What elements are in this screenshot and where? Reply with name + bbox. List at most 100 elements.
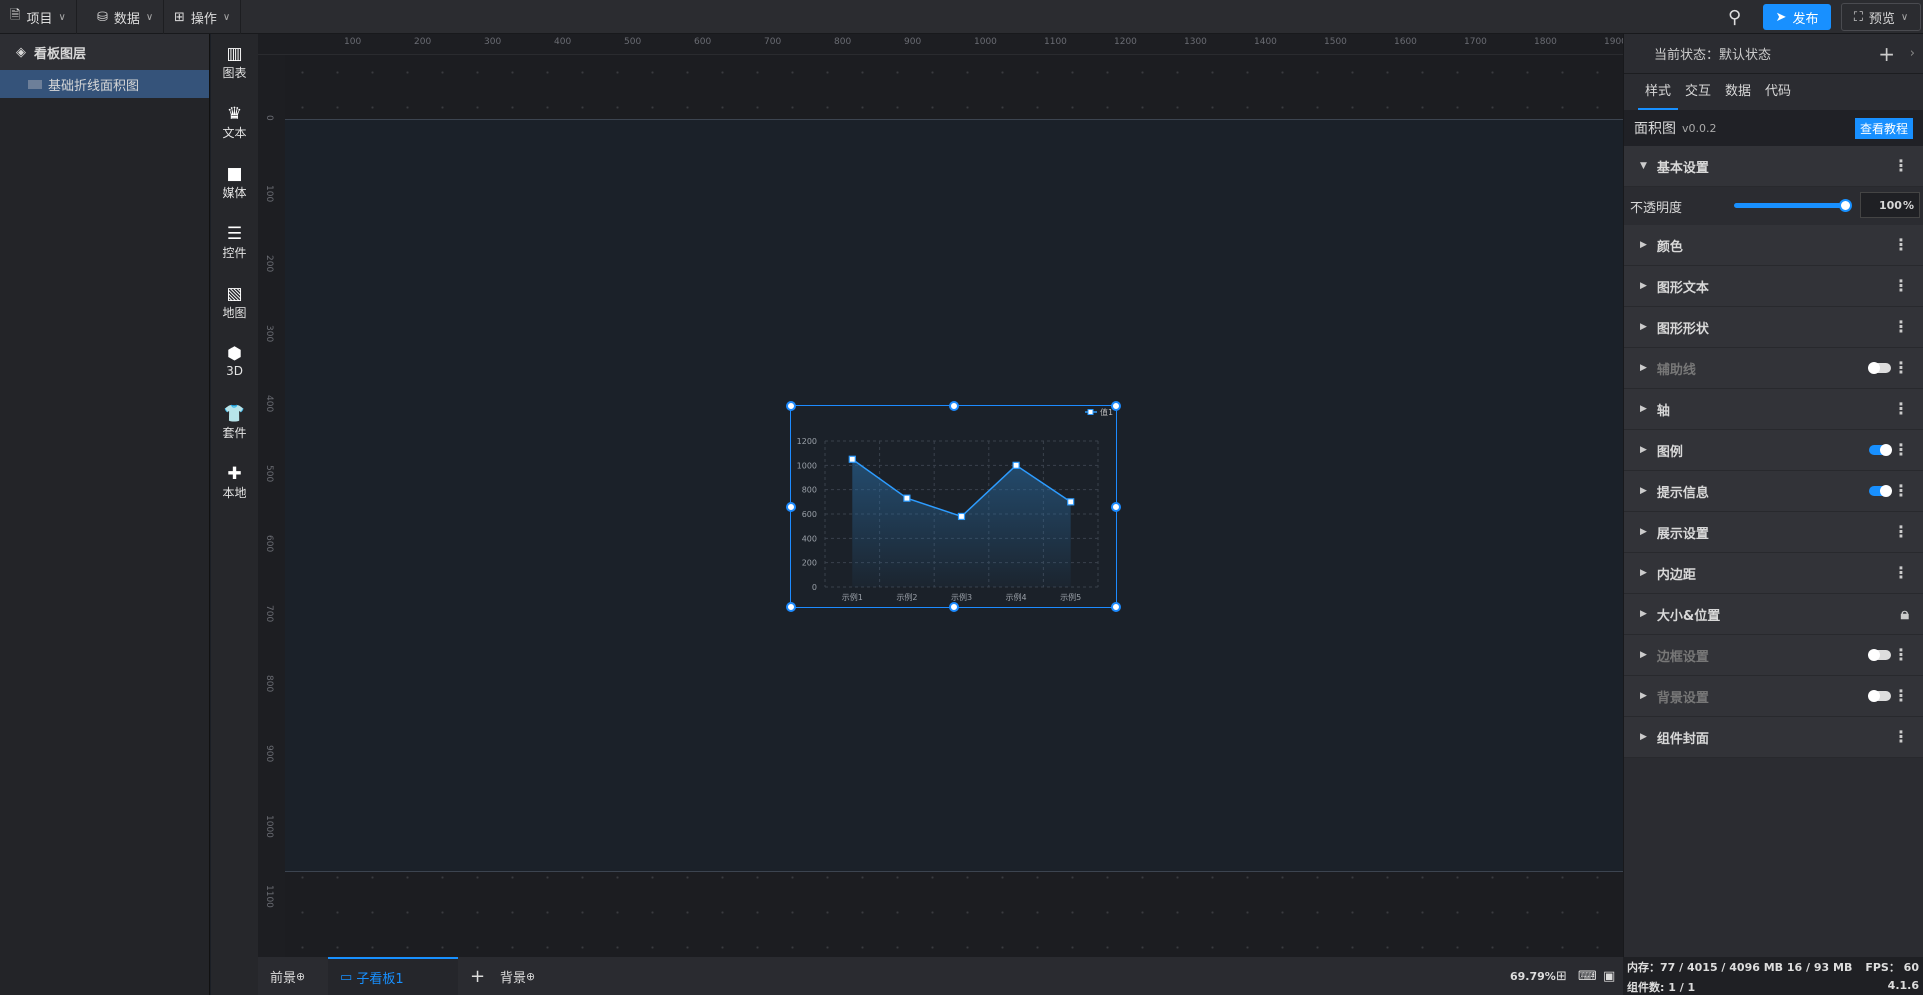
tab-style[interactable]: 样式 xyxy=(1638,74,1679,110)
section-2[interactable]: ▶ 图形形状 ⋮ xyxy=(1624,307,1923,348)
add-board-button[interactable]: + xyxy=(470,957,485,995)
lock-icon[interactable]: 🔒︎ xyxy=(1900,606,1909,622)
ruler-label: 1700 xyxy=(1464,37,1487,47)
resize-handle[interactable] xyxy=(948,401,959,411)
chevron-down-icon: ∨ xyxy=(222,11,231,23)
section-7[interactable]: ▶ 展示设置 ⋮ xyxy=(1624,512,1923,553)
add-state-icon[interactable]: + xyxy=(1878,42,1895,66)
more-icon[interactable]: ⋮ xyxy=(1893,237,1909,253)
tab-data[interactable]: 数据 xyxy=(1718,74,1758,110)
search-icon[interactable]: ⚲ xyxy=(1728,7,1741,28)
tab-interaction[interactable]: 交互 xyxy=(1678,74,1718,110)
tab-sub-board[interactable]: ▭ 子看板1 xyxy=(328,957,458,995)
tab-background[interactable]: 背景 ⊕ xyxy=(500,957,535,995)
section-toggle[interactable] xyxy=(1869,444,1892,456)
opacity-input[interactable]: 100% xyxy=(1860,192,1920,218)
ruler-label: 1500 xyxy=(1324,37,1347,47)
more-icon[interactable]: ⋮ xyxy=(1893,360,1909,376)
more-icon[interactable]: ⋮ xyxy=(1893,442,1909,458)
folder-icon xyxy=(28,79,42,89)
tutorial-button[interactable]: 查看教程 xyxy=(1854,117,1913,139)
bar-chart-icon: ▥ xyxy=(226,44,243,64)
more-icon[interactable]: ⋮ xyxy=(1893,524,1909,540)
more-icon[interactable]: ⋮ xyxy=(1893,158,1909,174)
fps: FPS： 60 xyxy=(1865,961,1919,974)
section-toggle[interactable] xyxy=(1868,690,1891,702)
more-icon[interactable]: ⋮ xyxy=(1893,647,1909,663)
more-icon[interactable]: ⋮ xyxy=(1893,319,1909,335)
resize-handle[interactable] xyxy=(786,602,796,612)
selection-box[interactable] xyxy=(786,401,1121,612)
resize-handle[interactable] xyxy=(786,401,796,411)
chevron-right-icon[interactable]: › xyxy=(1910,46,1915,61)
section-10[interactable]: ▶ 边框设置 ⋮ xyxy=(1624,635,1923,676)
section-9[interactable]: ▶ 大小&位置 🔒︎ xyxy=(1624,594,1923,635)
component-local[interactable]: ✚ 本地 xyxy=(211,464,258,501)
resize-handle[interactable] xyxy=(786,501,796,512)
section-6[interactable]: ▶ 提示信息 ⋮ xyxy=(1624,471,1923,512)
section-12[interactable]: ▶ 组件封面 ⋮ xyxy=(1624,717,1923,758)
section-4[interactable]: ▶ 轴 ⋮ xyxy=(1624,389,1923,430)
menu-project[interactable]: 🗎 项目 ∨ xyxy=(0,0,77,34)
resize-handle[interactable] xyxy=(1111,501,1121,512)
slider-handle[interactable] xyxy=(1839,199,1852,212)
component-chart[interactable]: ▥ 图表 xyxy=(211,44,258,81)
section-0[interactable]: ▶ 颜色 ⋮ xyxy=(1624,225,1923,266)
ruler-label: 800 xyxy=(264,675,274,693)
horizontal-ruler: 100 200 300 400 500 600 700 800 900 1000 1100 1200 1… xyxy=(258,34,1623,55)
more-icon[interactable]: ⋮ xyxy=(1893,565,1909,581)
resize-handle[interactable] xyxy=(1111,602,1121,612)
section-3[interactable]: ▶ 辅助线 ⋮ xyxy=(1624,348,1923,389)
panel-tabs: 样式 交互 数据 代码 xyxy=(1624,74,1923,110)
resize-handle[interactable] xyxy=(948,602,959,612)
fit-screen-icon[interactable]: ⊞ xyxy=(1556,957,1567,995)
keyboard-icon[interactable]: ⌨ xyxy=(1578,957,1597,995)
menu-label: 数据 xyxy=(113,11,140,27)
section-label: 轴 xyxy=(1656,403,1670,419)
more-icon[interactable]: ⋮ xyxy=(1893,483,1909,499)
section-1[interactable]: ▶ 图形文本 ⋮ xyxy=(1624,266,1923,307)
layer-item[interactable]: 基础折线面积图 xyxy=(0,70,209,98)
component-media[interactable]: ■ 媒体 xyxy=(211,164,258,201)
opacity-slider[interactable] xyxy=(1734,199,1852,212)
preview-button[interactable]: ⛶ 预览 ∨ xyxy=(1841,3,1921,31)
layers-icon: ◈ xyxy=(16,44,26,60)
menu-data[interactable]: ⛁ 数据 ∨ xyxy=(87,0,165,34)
component-text[interactable]: ♛ 文本 xyxy=(211,104,258,141)
section-toggle[interactable] xyxy=(1868,649,1891,661)
component-3d[interactable]: ⬢ 3D xyxy=(211,344,258,378)
component-map[interactable]: ▧ 地图 xyxy=(211,284,258,321)
ruler-label: 1400 xyxy=(1254,37,1277,47)
tab-foreground[interactable]: 前景 ⊕ xyxy=(270,957,305,995)
more-icon[interactable]: ⋮ xyxy=(1893,729,1909,745)
chevron-down-icon: ∨ xyxy=(145,11,154,23)
ruler-label: 600 xyxy=(694,37,712,47)
menu-operations[interactable]: ⊞ 操作 ∨ xyxy=(164,0,242,34)
section-toggle[interactable] xyxy=(1869,485,1892,497)
caret-right-icon: ▶ xyxy=(1640,609,1647,619)
section-toggle[interactable] xyxy=(1868,362,1891,374)
section-8[interactable]: ▶ 内边距 ⋮ xyxy=(1624,553,1923,594)
more-icon[interactable]: ⋮ xyxy=(1893,278,1909,294)
section-basic[interactable]: ▼ 基本设置 ⋮ xyxy=(1624,146,1923,187)
tab-code[interactable]: 代码 xyxy=(1758,74,1798,110)
section-5[interactable]: ▶ 图例 ⋮ xyxy=(1624,430,1923,471)
more-icon[interactable]: ⋮ xyxy=(1893,401,1909,417)
component-kit[interactable]: 👕 套件 xyxy=(211,404,258,441)
section-label: 边框设置 xyxy=(1656,649,1709,665)
section-label: 图形形状 xyxy=(1656,321,1709,337)
resize-handle[interactable] xyxy=(1111,401,1121,411)
section-11[interactable]: ▶ 背景设置 ⋮ xyxy=(1624,676,1923,717)
add-circle-icon[interactable]: ⊕ xyxy=(526,970,535,983)
publish-button[interactable]: ➤ 发布 xyxy=(1763,4,1831,30)
label: 本地 xyxy=(222,486,247,500)
more-icon[interactable]: ⋮ xyxy=(1893,688,1909,704)
ruler-label: 700 xyxy=(264,605,274,623)
terminal-icon[interactable]: ▣ xyxy=(1603,957,1615,995)
add-circle-icon[interactable]: ⊕ xyxy=(296,970,305,983)
component-controls[interactable]: ☰ 控件 xyxy=(211,224,258,261)
ruler-label: 500 xyxy=(264,465,274,483)
zoom-level[interactable]: 69.79% xyxy=(1510,957,1556,995)
section-label: 背景设置 xyxy=(1656,690,1709,706)
chevron-down-icon: ∨ xyxy=(1900,11,1909,23)
